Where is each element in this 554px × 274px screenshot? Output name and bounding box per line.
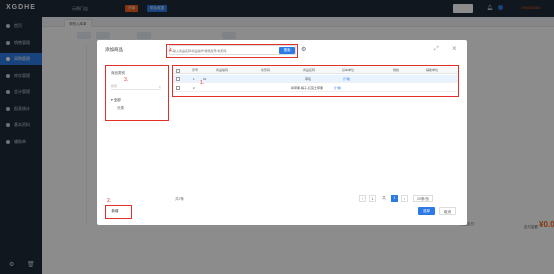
gear-icon[interactable]: ⚙ — [301, 46, 306, 53]
dialog-title: 添加商品 — [105, 47, 123, 52]
close-icon[interactable]: × — [452, 44, 457, 53]
app-root: XGDHE 示例门店 开单 前台收银 🔔︎ 1994010000 首页 销售管理… — [0, 0, 554, 274]
page-separator: 共 — [382, 196, 386, 200]
page-size-select[interactable]: 20条/页 — [413, 195, 433, 202]
prev-page-button[interactable]: ‹ — [359, 195, 366, 202]
annotation-number: 4. — [169, 48, 174, 54]
page-number-box[interactable]: 1 — [369, 195, 376, 202]
cancel-button[interactable]: 取消 — [439, 207, 456, 215]
fullscreen-icon[interactable]: ⤢ — [434, 46, 439, 53]
annotation-box-3 — [105, 65, 169, 121]
confirm-button[interactable]: 选择 — [418, 207, 435, 215]
current-page-button[interactable]: 1 — [391, 195, 398, 202]
annotation-box-4 — [166, 44, 298, 58]
selected-count: 共2条 — [175, 197, 184, 201]
annotation-box-2 — [105, 205, 132, 219]
annotation-number: 1. — [200, 80, 205, 86]
next-page-button[interactable]: › — [401, 195, 408, 202]
annotation-box-1 — [172, 65, 459, 97]
annotation-number: 3. — [124, 77, 129, 83]
annotation-number: 2. — [107, 198, 112, 204]
